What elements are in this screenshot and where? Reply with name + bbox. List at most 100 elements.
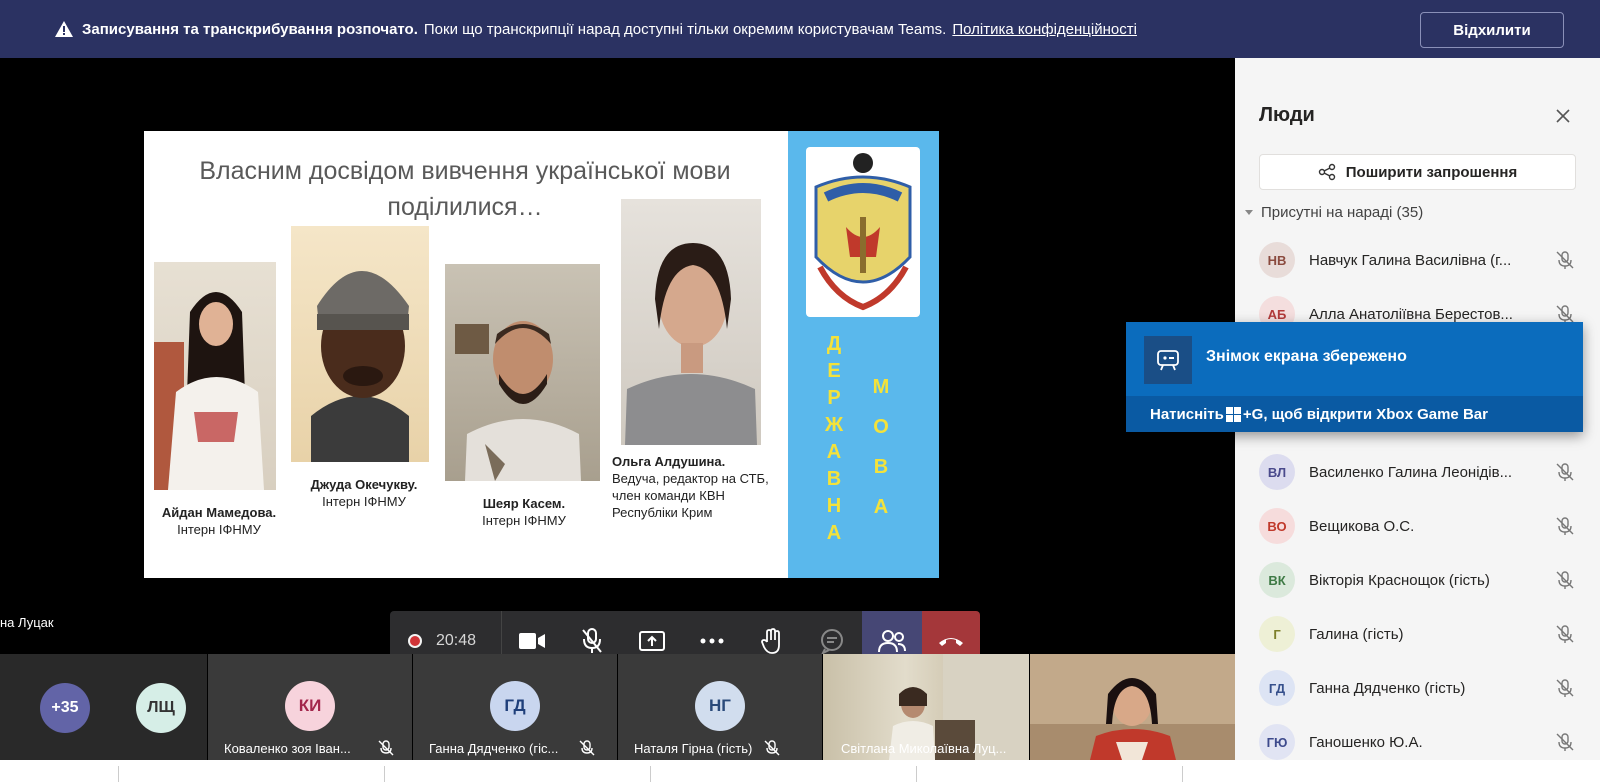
bottom-taskbar-area [0, 760, 1600, 782]
banner-message: Поки що транскрипції нарад доступні тіль… [423, 20, 947, 38]
participant-strip: +35 ЛЩ КИ Коваленко зоя Іван... ГД Ганна… [0, 654, 1235, 760]
toast-hint: Натисніть +G, щоб відкрити Xbox Game Bar [1126, 396, 1583, 432]
vertical-letter: Д [826, 333, 842, 355]
photo-sheyar [445, 264, 600, 481]
share-invite-button[interactable]: Поширити запрошення [1259, 154, 1576, 190]
slide-side-panel [788, 131, 939, 578]
vertical-letter: М [872, 376, 890, 398]
vertical-letter: А [826, 522, 842, 544]
record-icon [408, 634, 422, 648]
screenshot-saved-toast[interactable]: Знімок екрана збережено Натисніть +G, що… [1126, 322, 1583, 432]
active-speaker-name: на Луцак [0, 615, 54, 630]
participant-name: Світлана Миколаївна Луц... [841, 741, 1007, 756]
mic-off-icon [1556, 305, 1574, 323]
avatar: НГ [695, 681, 745, 731]
vertical-letter: В [826, 468, 842, 490]
participant-tile[interactable]: КИ Коваленко зоя Іван... [208, 654, 412, 760]
people-list-item[interactable]: ГЮ Ганошенко Ю.А. [1259, 722, 1579, 762]
recording-banner: Записування та транскрибування розпочато… [0, 0, 1600, 58]
toast-hint-prefix: Натисніть [1150, 405, 1224, 423]
vertical-word-derzhavna: ДЕРЖАВНА [823, 331, 845, 547]
divider [118, 766, 119, 782]
person-name: Вещикова О.С. [1309, 517, 1415, 535]
toast-hint-suffix: +G, щоб відкрити Xbox Game Bar [1242, 405, 1488, 423]
avatar: ВО [1259, 508, 1295, 544]
mic-off-icon [1556, 463, 1574, 481]
person-name: Вікторія Краснощок (гість) [1309, 571, 1490, 589]
divider [384, 766, 385, 782]
participant-video-tile[interactable]: Світлана Миколаївна Луц... [823, 654, 1029, 760]
vertical-letter: А [873, 496, 889, 518]
dismiss-button[interactable]: Відхилити [1420, 12, 1564, 48]
mic-off-icon [764, 740, 780, 756]
overflow-count-avatar[interactable]: +35 [40, 683, 90, 733]
caption-sheyar-role: Інтерн ІФНМУ [482, 513, 566, 528]
participant-tile[interactable]: НГ Наталя Гірна (гість) [618, 654, 822, 760]
caption-olga-role1: Ведуча, редактор на СТБ, [612, 471, 769, 486]
caption-olga-role2: член команди КВН [612, 488, 725, 503]
vertical-letter: О [873, 416, 889, 438]
vertical-letter: Е [827, 360, 841, 382]
mic-off-icon [1556, 625, 1574, 643]
caption-aidan: Айдан Мамедова. Інтерн ІФНМУ [154, 504, 284, 538]
participant-tile[interactable]: ГД Ганна Дядченко (гіс... [413, 654, 617, 760]
people-list-item[interactable]: ВК Вікторія Краснощок (гість) [1259, 560, 1579, 600]
caption-aidan-name: Айдан Мамедова. [161, 505, 277, 520]
warning-icon [55, 21, 73, 37]
caption-olga-name: Ольга Алдушина. [612, 454, 726, 469]
mic-off-icon [1556, 517, 1574, 535]
vertical-word-mova: МОВА [870, 367, 892, 527]
participant-name: Наталя Гірна (гість) [634, 741, 753, 756]
avatar: НВ [1259, 242, 1295, 278]
person-name: Алла Анатоліївна Берестов... [1309, 305, 1513, 323]
panel-title: Люди [1259, 104, 1315, 126]
game-bar-icon [1144, 336, 1192, 384]
caption-juda: Джуда Окечукву. Інтерн ІФНМУ [294, 476, 434, 510]
share-icon [1318, 163, 1335, 181]
vertical-letter: Н [826, 495, 842, 517]
caption-juda-name: Джуда Окечукву. [310, 477, 418, 492]
participant-video-tile[interactable] [1030, 654, 1235, 760]
person-name: Василенко Галина Леонідів... [1309, 463, 1513, 481]
slide-title-line1: Власним досвідом вивчення української мо… [199, 157, 731, 185]
person-name: Ганна Дядченко (гість) [1309, 679, 1466, 697]
share-screen-icon [639, 631, 665, 651]
people-list-item[interactable]: ВЛ Василенко Галина Леонідів... [1259, 452, 1579, 492]
people-list-item[interactable]: ГД Ганна Дядченко (гість) [1259, 668, 1579, 708]
people-list-item[interactable]: ВО Вещикова О.С. [1259, 506, 1579, 546]
people-icon [878, 630, 906, 653]
timer-text: 20:48 [436, 632, 477, 649]
mic-off-icon [1556, 679, 1574, 697]
avatar: ГД [1259, 670, 1295, 706]
avatar: ГД [490, 681, 540, 731]
participant-tile-overflow[interactable]: +35 ЛЩ [0, 654, 207, 760]
university-logo [806, 147, 920, 317]
windows-key-icon [1225, 406, 1241, 422]
attendees-section-header[interactable]: Присутні на нараді (35) [1245, 204, 1423, 221]
privacy-policy-link[interactable]: Політика конфіденційності [952, 21, 1137, 38]
caption-juda-role: Інтерн ІФНМУ [322, 494, 406, 509]
shared-content-stage: Власним досвідом вивчення української мо… [0, 58, 1235, 671]
raise-hand-icon [761, 628, 780, 654]
attendees-section-label: Присутні на нараді (35) [1261, 204, 1424, 221]
avatar: Г [1259, 616, 1295, 652]
caption-aidan-role: Інтерн ІФНМУ [177, 522, 261, 537]
vertical-letter: Ж [824, 414, 844, 436]
people-list-item[interactable]: НВ Навчук Галина Василівна (г... [1259, 240, 1579, 280]
camera-icon [519, 633, 545, 649]
caption-sheyar: Шеяр Касем. Інтерн ІФНМУ [482, 496, 566, 528]
person-name: Ганошенко Ю.А. [1309, 733, 1423, 751]
caption-olga: Ольга Алдушина. Ведуча, редактор на СТБ,… [612, 453, 792, 521]
vertical-letter: Р [827, 387, 841, 409]
avatar: ГЮ [1259, 724, 1295, 760]
mic-off-icon [582, 628, 602, 653]
video-feed [1030, 654, 1235, 760]
mic-off-icon [1556, 733, 1574, 751]
chat-icon [821, 629, 843, 654]
avatar: ЛЩ [136, 683, 186, 733]
mic-off-icon [378, 740, 394, 756]
close-icon[interactable] [1551, 104, 1575, 128]
people-list-item[interactable]: Г Галина (гість) [1259, 614, 1579, 654]
toast-title: Знімок екрана збережено [1206, 348, 1407, 365]
divider [916, 766, 917, 782]
